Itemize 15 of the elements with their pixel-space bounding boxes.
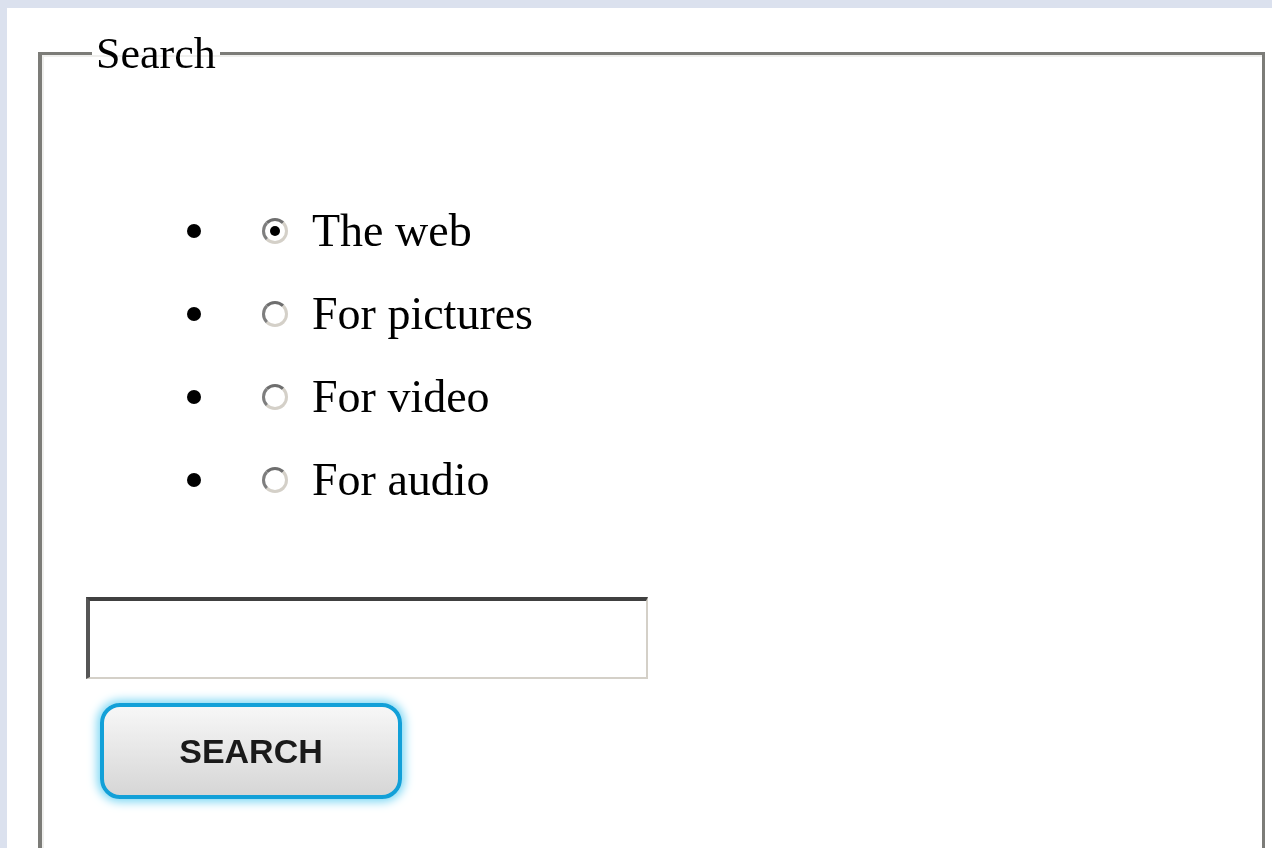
radio-button[interactable] — [262, 300, 288, 327]
option-label: For video — [312, 370, 490, 423]
bullet-icon — [186, 471, 202, 488]
search-button[interactable]: SEARCH — [100, 703, 402, 799]
option-label: For audio — [312, 453, 490, 506]
bullet-icon — [186, 305, 202, 322]
radio-button[interactable] — [262, 217, 288, 244]
search-field[interactable] — [86, 597, 648, 679]
bullet-icon — [186, 222, 202, 239]
fieldset-legend: Search — [92, 28, 220, 79]
radio-button[interactable] — [262, 466, 288, 493]
option-label: For pictures — [312, 287, 533, 340]
bullet-icon — [186, 388, 202, 405]
option-label: The web — [312, 204, 472, 257]
radio-button[interactable] — [262, 383, 288, 410]
